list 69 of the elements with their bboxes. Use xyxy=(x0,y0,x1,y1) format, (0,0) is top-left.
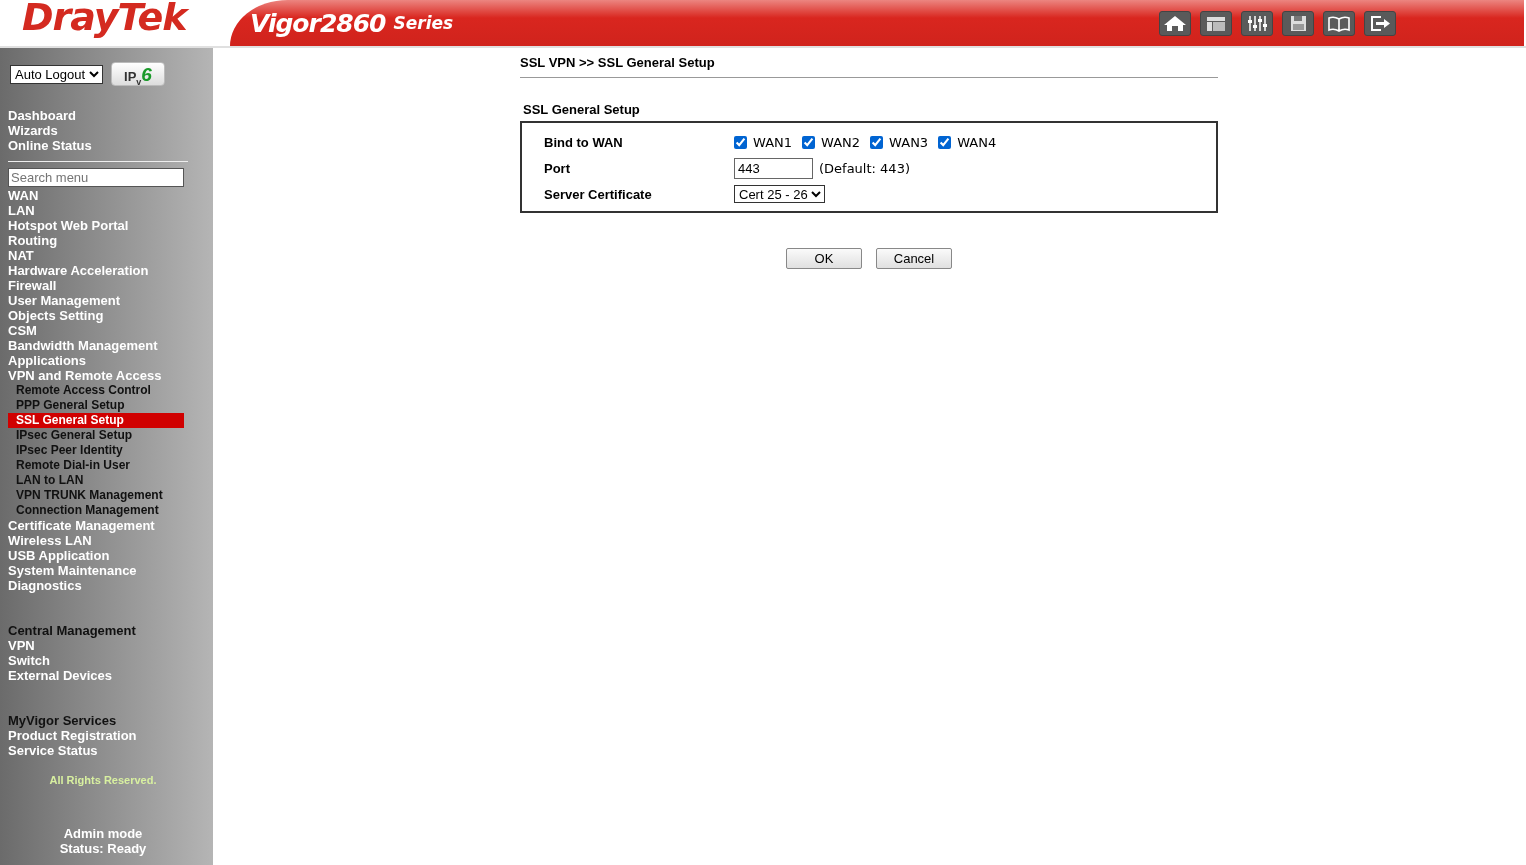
menu-item[interactable]: Hardware Acceleration xyxy=(8,263,213,278)
wan-checkbox[interactable] xyxy=(734,135,747,149)
port-field[interactable]: 443 xyxy=(734,157,813,179)
wan-checkbox[interactable] xyxy=(870,135,884,149)
menu-item[interactable]: Diagnostics xyxy=(8,578,213,593)
menu-link[interactable]: Wizards xyxy=(8,123,213,138)
menu-item[interactable]: User Management xyxy=(8,293,213,308)
mode-text: Admin mode xyxy=(62,826,144,841)
field-label: Port xyxy=(543,160,571,176)
menu-item[interactable]: System Maintenance xyxy=(8,563,213,578)
menu-link[interactable]: Dashboard xyxy=(8,108,213,123)
checkbox-label: WAN3 xyxy=(889,134,929,150)
submenu-item[interactable]: IPsec General Setup xyxy=(8,428,184,443)
section-heading: Central Management xyxy=(8,623,137,638)
layout-icon[interactable] xyxy=(1200,10,1232,36)
copyright-text: All Rights Reserved. xyxy=(48,773,158,788)
model-name: Vigor2860 xyxy=(250,8,386,38)
search-field[interactable]: Search menu xyxy=(8,168,184,187)
certificate-select[interactable]: Cert 25 - 26 xyxy=(734,185,825,203)
submenu-item[interactable]: Connection Management xyxy=(8,503,184,518)
submenu-item[interactable]: IPsec Peer Identity xyxy=(8,443,184,458)
checkbox-label: WAN1 xyxy=(753,134,793,150)
home-icon[interactable] xyxy=(1159,10,1191,36)
menu-item[interactable]: Service Status xyxy=(8,743,213,758)
menu-item[interactable]: Firewall xyxy=(8,278,213,293)
dialog-button[interactable]: OK xyxy=(786,248,862,269)
submenu-item[interactable]: Remote Access Control xyxy=(8,383,184,398)
menu-link[interactable]: Online Status xyxy=(8,138,213,153)
field-label: Server Certificate xyxy=(543,186,653,202)
menu-item[interactable]: Certificate Management xyxy=(8,518,213,533)
menu-item[interactable]: USB Application xyxy=(8,548,213,563)
menu-item[interactable]: External Devices xyxy=(8,668,213,683)
menu-item[interactable]: VPN xyxy=(8,638,213,653)
save-icon[interactable] xyxy=(1282,10,1314,36)
auto-logout-select[interactable]: Auto Logout xyxy=(10,64,103,84)
section-heading: MyVigor Services xyxy=(8,713,118,728)
ipv6-button[interactable]: IP$_{v}$6 xyxy=(111,62,165,86)
menu-item[interactable]: LAN xyxy=(8,203,213,218)
dialog-button[interactable]: Cancel xyxy=(876,248,952,269)
menu-item[interactable]: Wireless LAN xyxy=(8,533,213,548)
default-hint: (Default: 443) xyxy=(819,160,910,176)
wan-checkbox[interactable] xyxy=(938,135,952,149)
menu-item[interactable]: Bandwidth Management xyxy=(8,338,213,353)
menu-item[interactable]: Routing xyxy=(8,233,213,248)
menu-item[interactable]: Applications xyxy=(8,353,213,368)
submenu-item[interactable]: LAN to LAN xyxy=(8,473,184,488)
menu-item[interactable]: WAN xyxy=(8,188,213,203)
checkbox-label: WAN4 xyxy=(957,134,997,150)
submenu-item[interactable]: Remote Dial-in User xyxy=(8,458,184,473)
series-label: Series xyxy=(393,13,454,33)
menu-item[interactable]: Switch xyxy=(8,653,213,668)
field-label: Bind to WAN xyxy=(543,134,624,150)
sliders-icon[interactable] xyxy=(1241,10,1273,36)
logout-icon[interactable] xyxy=(1364,10,1396,36)
section-title: SSL General Setup xyxy=(523,102,641,117)
menu-item[interactable]: Objects Setting xyxy=(8,308,213,323)
menu-item[interactable]: Product Registration xyxy=(8,728,213,743)
submenu-item[interactable]: SSL General Setup xyxy=(8,413,184,428)
submenu-item[interactable]: PPP General Setup xyxy=(8,398,184,413)
menu-item[interactable]: NAT xyxy=(8,248,213,263)
menu-item[interactable]: Hotspot Web Portal xyxy=(8,218,213,233)
menu-item[interactable]: VPN and Remote Access xyxy=(8,368,213,383)
status-text: Status: Ready xyxy=(58,841,148,856)
breadcrumb: SSL VPN >> SSL General Setup xyxy=(520,55,1218,78)
wan-checkbox[interactable] xyxy=(802,135,816,149)
menu-item[interactable]: CSM xyxy=(8,323,213,338)
submenu-item[interactable]: VPN TRUNK Management xyxy=(8,488,184,503)
book-icon[interactable] xyxy=(1323,10,1355,36)
checkbox-label: WAN2 xyxy=(821,134,861,150)
